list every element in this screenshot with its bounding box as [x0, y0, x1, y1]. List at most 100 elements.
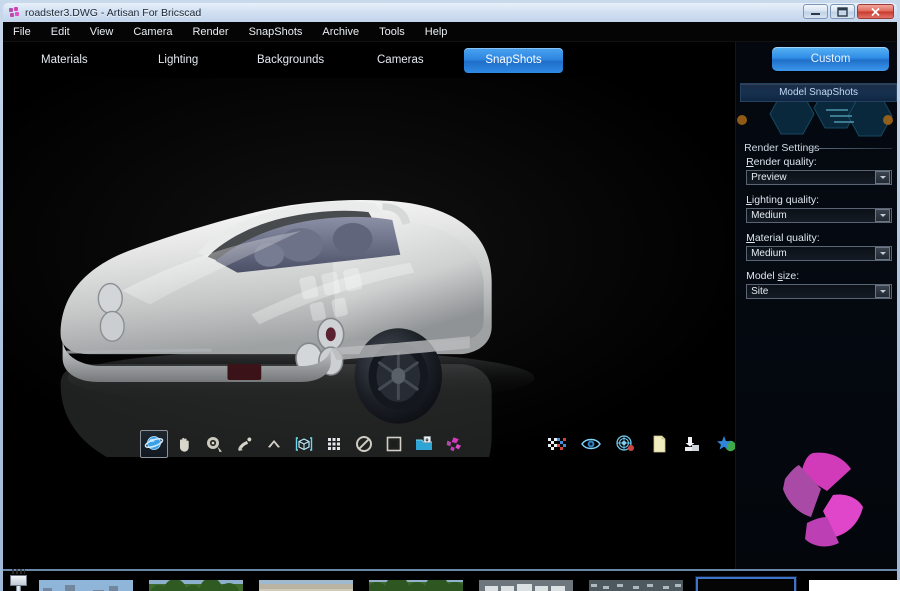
menu-item-view[interactable]: View [88, 25, 116, 39]
navigation-tool-group [140, 430, 468, 458]
chevron-down-icon[interactable] [875, 171, 890, 184]
list-item[interactable]: roadster31 [36, 577, 136, 591]
tab-snapshots[interactable]: SnapShots [464, 48, 563, 73]
thumbnail-image-roadster36 [259, 580, 353, 591]
look-tool-button[interactable] [260, 430, 288, 458]
pan-tool-button[interactable] [170, 430, 198, 458]
list-item[interactable]: roadster34 [146, 577, 246, 591]
mode-tab-bar: Materials Lighting Backgrounds Cameras S… [3, 42, 735, 78]
render-quality-select[interactable]: Preview [746, 170, 892, 185]
thumbnail-image-roadster34 [149, 580, 243, 591]
thumbnail-image-roadster37 [479, 580, 573, 591]
lighting-quality-label: Lighting quality: [746, 194, 892, 206]
white-roadster-convertible-render [3, 78, 735, 457]
menu-item-help[interactable]: Help [423, 25, 450, 39]
menu-item-snapshots[interactable]: SnapShots [247, 25, 305, 39]
maximize-button[interactable] [830, 4, 855, 19]
list-item[interactable]: roadster38 [586, 577, 686, 591]
chevron-down-icon[interactable] [875, 247, 890, 260]
menu-item-edit[interactable]: Edit [49, 25, 72, 39]
box-brackets-icon [294, 434, 314, 454]
group-divider [810, 148, 892, 149]
lighting-quality-value: Medium [747, 210, 875, 221]
render-tool-group [543, 430, 735, 458]
square-frame-icon [384, 434, 404, 454]
slider-ticks [12, 569, 25, 574]
bounding-box-button[interactable] [290, 430, 318, 458]
main-column: Materials Lighting Backgrounds Cameras S… [3, 42, 735, 569]
walk-tool-button[interactable] [230, 430, 258, 458]
lighting-quality-select[interactable]: Medium [746, 208, 892, 223]
minimize-icon [809, 7, 822, 16]
maximize-icon [837, 7, 848, 17]
custom-preset-button[interactable]: Custom [772, 47, 889, 71]
menu-item-camera[interactable]: Camera [131, 25, 174, 39]
thumbnail-frame[interactable] [806, 577, 900, 591]
artisan-pinwheel-logo [763, 445, 875, 555]
list-item[interactable]: roadster310 [806, 577, 900, 591]
document-button[interactable] [645, 430, 673, 458]
chevron-down-icon[interactable] [875, 209, 890, 222]
favorite-button[interactable] [713, 430, 735, 458]
list-item[interactable]: roadster37 [476, 577, 576, 591]
thumbnail-image-roadster39 [699, 580, 793, 591]
list-item[interactable]: roadster39 [696, 577, 796, 591]
orbit-tool-button[interactable] [140, 430, 168, 458]
thumbnail-image-roadster38 [589, 580, 683, 591]
thumbnail-frame[interactable] [256, 577, 356, 591]
slider-handle[interactable] [10, 575, 27, 586]
panel-tab-model-snapshots[interactable]: Model SnapShots [740, 83, 897, 102]
minimize-button[interactable] [803, 4, 828, 19]
title-bar: roadster3.DWG - Artisan For Bricscad [3, 3, 897, 22]
open-folder-button[interactable] [410, 430, 438, 458]
lighting-quality-field: Lighting quality: Medium [746, 194, 892, 223]
render-settings-panel: Custom Model SnapShots Render Settings R… [735, 42, 897, 569]
menu-item-file[interactable]: File [11, 25, 33, 39]
zoom-tool-button[interactable] [200, 430, 228, 458]
render-settings-group-title: Render Settings [744, 142, 819, 154]
thumbnail-frame[interactable] [476, 577, 576, 591]
target-globe-icon [614, 434, 636, 454]
target-globe-button[interactable] [611, 430, 639, 458]
thumbnail-frame[interactable] [366, 577, 466, 591]
chevron-up-icon [264, 434, 284, 454]
thumbnail-list: roadster31 [36, 577, 889, 591]
material-quality-select[interactable]: Medium [746, 246, 892, 261]
render-viewport[interactable] [3, 78, 735, 460]
tab-lighting[interactable]: Lighting [158, 54, 198, 66]
tab-backgrounds[interactable]: Backgrounds [257, 54, 324, 66]
thumbnail-frame-selected[interactable] [696, 577, 796, 591]
preview-eye-button[interactable] [577, 430, 605, 458]
tab-cameras[interactable]: Cameras [377, 54, 424, 66]
menu-item-archive[interactable]: Archive [320, 25, 361, 39]
render-quality-value: Preview [747, 172, 875, 183]
folder-open-icon [414, 434, 434, 454]
list-item[interactable]: roadster36 [256, 577, 356, 591]
material-quality-label: Material quality: [746, 232, 892, 244]
artisan-brand-button[interactable] [440, 430, 468, 458]
eye-icon [580, 434, 602, 454]
frame-button[interactable] [380, 430, 408, 458]
chevron-down-icon[interactable] [875, 285, 890, 298]
hide-button[interactable] [350, 430, 378, 458]
star-circle-icon [716, 434, 735, 454]
main-body: Materials Lighting Backgrounds Cameras S… [3, 42, 897, 569]
grid-toggle-button[interactable] [320, 430, 348, 458]
pixel-render-icon [546, 434, 568, 454]
thumbnail-frame[interactable] [146, 577, 246, 591]
close-icon [870, 7, 881, 17]
menu-item-render[interactable]: Render [190, 25, 230, 39]
export-button[interactable] [679, 430, 707, 458]
render-pixels-button[interactable] [543, 430, 571, 458]
zoom-lens-icon [204, 434, 224, 454]
thumbnail-image-roadster310 [809, 580, 900, 591]
thumbnail-size-slider[interactable] [10, 575, 26, 591]
list-item[interactable]: roadster35 [366, 577, 466, 591]
menu-item-tools[interactable]: Tools [377, 25, 407, 39]
close-button[interactable] [857, 4, 894, 19]
document-page-icon [648, 434, 670, 454]
thumbnail-frame[interactable] [36, 577, 136, 591]
tab-materials[interactable]: Materials [41, 54, 88, 66]
thumbnail-frame[interactable] [586, 577, 686, 591]
model-size-select[interactable]: Site [746, 284, 892, 299]
